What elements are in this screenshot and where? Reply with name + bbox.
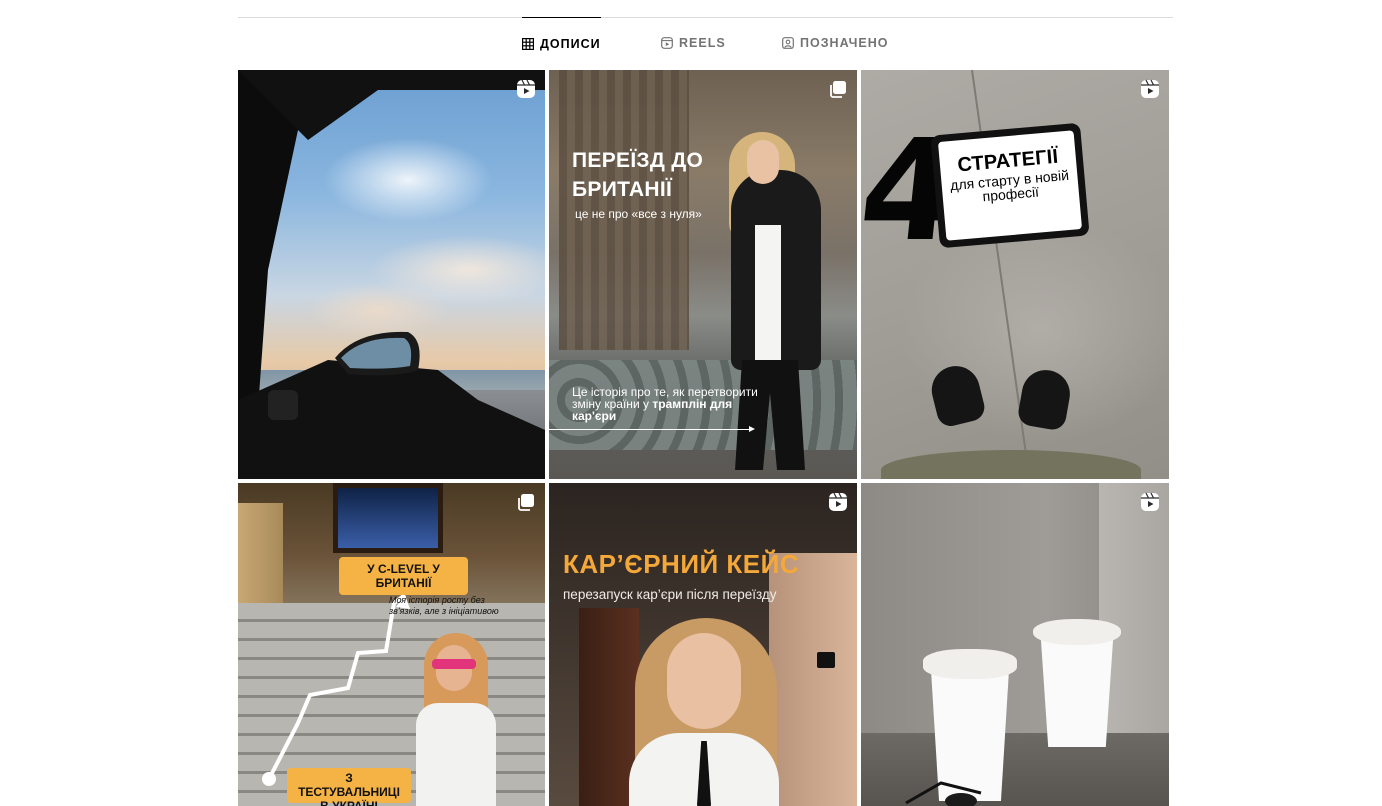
coffee-cup [1040,629,1114,747]
post-body: Це історія про те, як перетворити зміну … [572,386,772,422]
cup-lid [1033,619,1121,645]
label-bottom: З ТЕСТУВАЛЬНИЦІ В УКРАЇНІ [287,768,411,806]
post-thumbnail[interactable]: 4 СТРАТЕГІЇ для старту в новій професії [861,70,1169,479]
tab-posts[interactable]: ДОПИСИ [522,17,601,69]
wall-image [769,553,857,806]
sunglasses [432,659,476,669]
reels-icon [661,37,673,49]
grid-icon [522,37,534,50]
carousel-icon [516,492,536,512]
reel-icon [1140,492,1160,512]
post-title: ПЕРЕЇЗД ДО БРИТАНІЇ [572,149,704,201]
post-thumbnail[interactable] [861,483,1169,806]
post-title: КАР’ЄРНИЙ КЕЙС [563,549,800,579]
reel-icon [828,492,848,512]
post-thumbnail[interactable]: КАР’ЄРНИЙ КЕЙС перезапуск кар’єри після … [549,483,857,806]
person-image [410,633,500,806]
post-subtitle: Моя історія росту без зв'язків, але з ін… [389,595,499,616]
arrow-line [549,426,755,432]
carousel-icon [828,79,848,99]
person-face [667,633,741,729]
tab-reels-label: REELS [679,36,726,50]
post-thumbnail[interactable]: У C-LEVEL У БРИТАНІЇ Моя історія росту б… [238,483,545,806]
tab-tagged[interactable]: ПОЗНАЧЕНО [782,17,889,69]
tab-reels[interactable]: REELS [661,17,726,69]
post-thumbnail[interactable] [238,70,545,479]
cup-lid [923,649,1017,679]
wall-lamp [817,652,835,668]
tab-tagged-label: ПОЗНАЧЕНО [800,36,889,50]
label-top: У C-LEVEL У БРИТАНІЇ [339,557,468,595]
post-thumbnail[interactable]: ПЕРЕЇЗД ДО БРИТАНІЇ це не про «все з нул… [549,70,857,479]
person-face [747,140,779,184]
car-interior-image [238,70,545,479]
tab-posts-label: ДОПИСИ [540,36,601,51]
tagged-icon [782,37,794,49]
profile-posts-section: ДОПИСИ REELS ПОЗНАЧЕНО ПЕРЕЇЗД ДО БРИТАН… [0,0,1382,806]
reel-icon [1140,79,1160,99]
reel-icon [516,79,536,99]
post-subtitle: перезапуск кар’єри після переїзду [563,587,777,602]
person-shirt [755,225,781,375]
post-subtitle: це не про «все з нуля» [575,207,702,221]
text-card: СТРАТЕГІЇ для старту в новій професії [930,122,1090,249]
sunglasses-image [905,781,982,806]
start-dot [262,772,276,786]
